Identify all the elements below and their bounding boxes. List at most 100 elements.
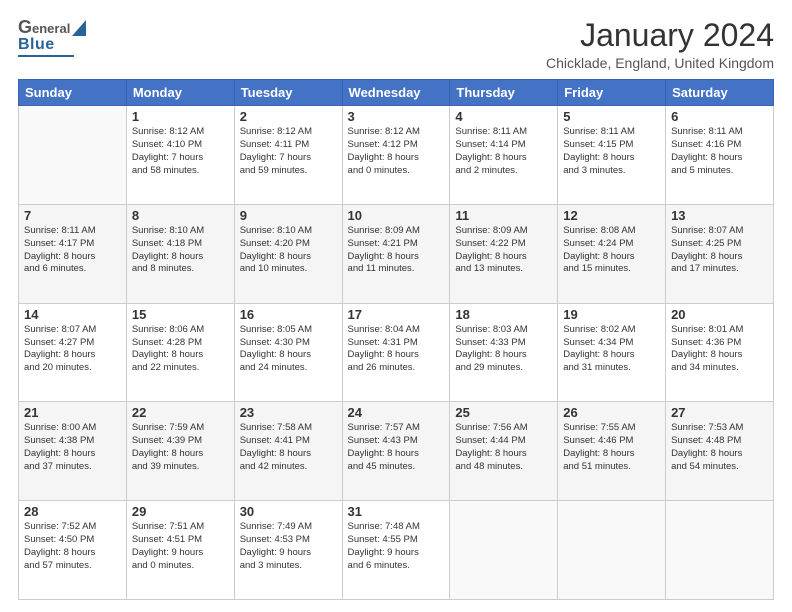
day-number: 26 [563, 405, 660, 420]
calendar-cell: 21 Sunrise: 8:00 AM Sunset: 4:38 PM Dayli… [19, 402, 127, 501]
logo-blue-row: Blue [18, 36, 86, 54]
calendar-cell: 5 Sunrise: 8:11 AM Sunset: 4:15 PM Daylig… [558, 106, 666, 205]
day-number: 16 [240, 307, 337, 322]
calendar-cell: 20Sunrise: 8:01 AM Sunset: 4:36 PM Dayli… [666, 303, 774, 402]
day-info: Sunrise: 8:06 AM Sunset: 4:28 PM Dayligh… [132, 324, 229, 375]
calendar-cell: 15 Sunrise: 8:06 AM Sunset: 4:28 PM Dayli… [126, 303, 234, 402]
day-info: Sunrise: 8:11 AM Sunset: 4:16 PM Dayligh… [671, 126, 768, 177]
header-thursday: Thursday [450, 80, 558, 106]
day-info: Sunrise: 8:04 AM Sunset: 4:31 PM Dayligh… [348, 324, 445, 375]
logo-eneral: eneral [32, 22, 70, 35]
calendar-cell [558, 501, 666, 600]
page: G eneral Blue January 2024 Chicklade, En… [0, 0, 792, 612]
day-number: 29 [132, 504, 229, 519]
day-info: Sunrise: 8:10 AM Sunset: 4:20 PM Dayligh… [240, 225, 337, 276]
calendar-cell: 28Sunrise: 7:52 AM Sunset: 4:50 PM Dayli… [19, 501, 127, 600]
day-info: Sunrise: 8:01 AM Sunset: 4:36 PM Dayligh… [671, 324, 768, 375]
day-info: Sunrise: 8:07 AM Sunset: 4:25 PM Dayligh… [671, 225, 768, 276]
day-info: Sunrise: 7:51 AM Sunset: 4:51 PM Dayligh… [132, 521, 229, 572]
day-number: 17 [348, 307, 445, 322]
day-number: 10 [348, 208, 445, 223]
calendar-cell: 1 Sunrise: 8:12 AM Sunset: 4:10 PM Daylig… [126, 106, 234, 205]
calendar-cell: 11Sunrise: 8:09 AM Sunset: 4:22 PM Dayli… [450, 204, 558, 303]
day-number: 1 [132, 109, 229, 124]
day-info: Sunrise: 8:05 AM Sunset: 4:30 PM Dayligh… [240, 324, 337, 375]
day-number: 12 [563, 208, 660, 223]
day-number: 5 [563, 109, 660, 124]
calendar-cell: 25Sunrise: 7:56 AM Sunset: 4:44 PM Dayli… [450, 402, 558, 501]
day-info: Sunrise: 7:48 AM Sunset: 4:55 PM Dayligh… [348, 521, 445, 572]
calendar-cell: 13 Sunrise: 8:07 AM Sunset: 4:25 PM Dayli… [666, 204, 774, 303]
calendar-cell [450, 501, 558, 600]
calendar-cell: 3Sunrise: 8:12 AM Sunset: 4:12 PM Daylig… [342, 106, 450, 205]
calendar-cell: 7 Sunrise: 8:11 AM Sunset: 4:17 PM Daylig… [19, 204, 127, 303]
day-number: 24 [348, 405, 445, 420]
day-info: Sunrise: 8:11 AM Sunset: 4:15 PM Dayligh… [563, 126, 660, 177]
day-info: Sunrise: 8:07 AM Sunset: 4:27 PM Dayligh… [24, 324, 121, 375]
day-number: 31 [348, 504, 445, 519]
day-number: 22 [132, 405, 229, 420]
day-info: Sunrise: 7:59 AM Sunset: 4:39 PM Dayligh… [132, 422, 229, 473]
day-info: Sunrise: 8:10 AM Sunset: 4:18 PM Dayligh… [132, 225, 229, 276]
calendar-cell: 17 Sunrise: 8:04 AM Sunset: 4:31 PM Dayli… [342, 303, 450, 402]
day-info: Sunrise: 8:12 AM Sunset: 4:10 PM Dayligh… [132, 126, 229, 177]
logo-flag-icon [72, 20, 86, 36]
day-number: 7 [24, 208, 121, 223]
calendar-cell: 29 Sunrise: 7:51 AM Sunset: 4:51 PM Dayli… [126, 501, 234, 600]
calendar-cell: 12Sunrise: 8:08 AM Sunset: 4:24 PM Dayli… [558, 204, 666, 303]
day-info: Sunrise: 7:53 AM Sunset: 4:48 PM Dayligh… [671, 422, 768, 473]
header: G eneral Blue January 2024 Chicklade, En… [18, 18, 774, 71]
day-number: 27 [671, 405, 768, 420]
calendar-week-3: 14 Sunrise: 8:07 AM Sunset: 4:27 PM Dayli… [19, 303, 774, 402]
day-info: Sunrise: 8:11 AM Sunset: 4:14 PM Dayligh… [455, 126, 552, 177]
calendar-week-4: 21 Sunrise: 8:00 AM Sunset: 4:38 PM Dayli… [19, 402, 774, 501]
calendar-cell: 9Sunrise: 8:10 AM Sunset: 4:20 PM Daylig… [234, 204, 342, 303]
subtitle: Chicklade, England, United Kingdom [546, 55, 774, 71]
calendar-cell: 8 Sunrise: 8:10 AM Sunset: 4:18 PM Daylig… [126, 204, 234, 303]
title-area: January 2024 Chicklade, England, United … [546, 18, 774, 71]
calendar-cell: 18Sunrise: 8:03 AM Sunset: 4:33 PM Dayli… [450, 303, 558, 402]
day-info: Sunrise: 8:09 AM Sunset: 4:21 PM Dayligh… [348, 225, 445, 276]
calendar-cell: 4 Sunrise: 8:11 AM Sunset: 4:14 PM Daylig… [450, 106, 558, 205]
day-number: 21 [24, 405, 121, 420]
day-number: 28 [24, 504, 121, 519]
logo-blue-text: Blue [18, 36, 55, 54]
calendar-week-5: 28Sunrise: 7:52 AM Sunset: 4:50 PM Dayli… [19, 501, 774, 600]
calendar-cell: 16 Sunrise: 8:05 AM Sunset: 4:30 PM Dayli… [234, 303, 342, 402]
calendar-cell: 24Sunrise: 7:57 AM Sunset: 4:43 PM Dayli… [342, 402, 450, 501]
day-info: Sunrise: 8:02 AM Sunset: 4:34 PM Dayligh… [563, 324, 660, 375]
day-number: 8 [132, 208, 229, 223]
header-wednesday: Wednesday [342, 80, 450, 106]
day-info: Sunrise: 7:56 AM Sunset: 4:44 PM Dayligh… [455, 422, 552, 473]
calendar-table: Sunday Monday Tuesday Wednesday Thursday… [18, 79, 774, 600]
logo-underline [18, 55, 74, 57]
header-friday: Friday [558, 80, 666, 106]
calendar-cell: 30Sunrise: 7:49 AM Sunset: 4:53 PM Dayli… [234, 501, 342, 600]
main-title: January 2024 [546, 18, 774, 53]
calendar-cell: 22 Sunrise: 7:59 AM Sunset: 4:39 PM Dayli… [126, 402, 234, 501]
header-tuesday: Tuesday [234, 80, 342, 106]
calendar-cell: 19 Sunrise: 8:02 AM Sunset: 4:34 PM Dayli… [558, 303, 666, 402]
day-number: 13 [671, 208, 768, 223]
day-number: 14 [24, 307, 121, 322]
calendar-week-2: 7 Sunrise: 8:11 AM Sunset: 4:17 PM Daylig… [19, 204, 774, 303]
day-number: 23 [240, 405, 337, 420]
day-info: Sunrise: 8:12 AM Sunset: 4:12 PM Dayligh… [348, 126, 445, 177]
header-sunday: Sunday [19, 80, 127, 106]
logo-top-row: G eneral [18, 18, 86, 36]
calendar-cell [666, 501, 774, 600]
calendar-cell: 27 Sunrise: 7:53 AM Sunset: 4:48 PM Dayli… [666, 402, 774, 501]
day-number: 15 [132, 307, 229, 322]
day-number: 2 [240, 109, 337, 124]
calendar-cell: 6 Sunrise: 8:11 AM Sunset: 4:16 PM Daylig… [666, 106, 774, 205]
day-info: Sunrise: 8:00 AM Sunset: 4:38 PM Dayligh… [24, 422, 121, 473]
header-saturday: Saturday [666, 80, 774, 106]
day-info: Sunrise: 8:03 AM Sunset: 4:33 PM Dayligh… [455, 324, 552, 375]
day-info: Sunrise: 8:11 AM Sunset: 4:17 PM Dayligh… [24, 225, 121, 276]
calendar-cell [19, 106, 127, 205]
day-number: 11 [455, 208, 552, 223]
day-number: 19 [563, 307, 660, 322]
day-number: 6 [671, 109, 768, 124]
logo: G eneral Blue [18, 18, 86, 57]
day-number: 4 [455, 109, 552, 124]
